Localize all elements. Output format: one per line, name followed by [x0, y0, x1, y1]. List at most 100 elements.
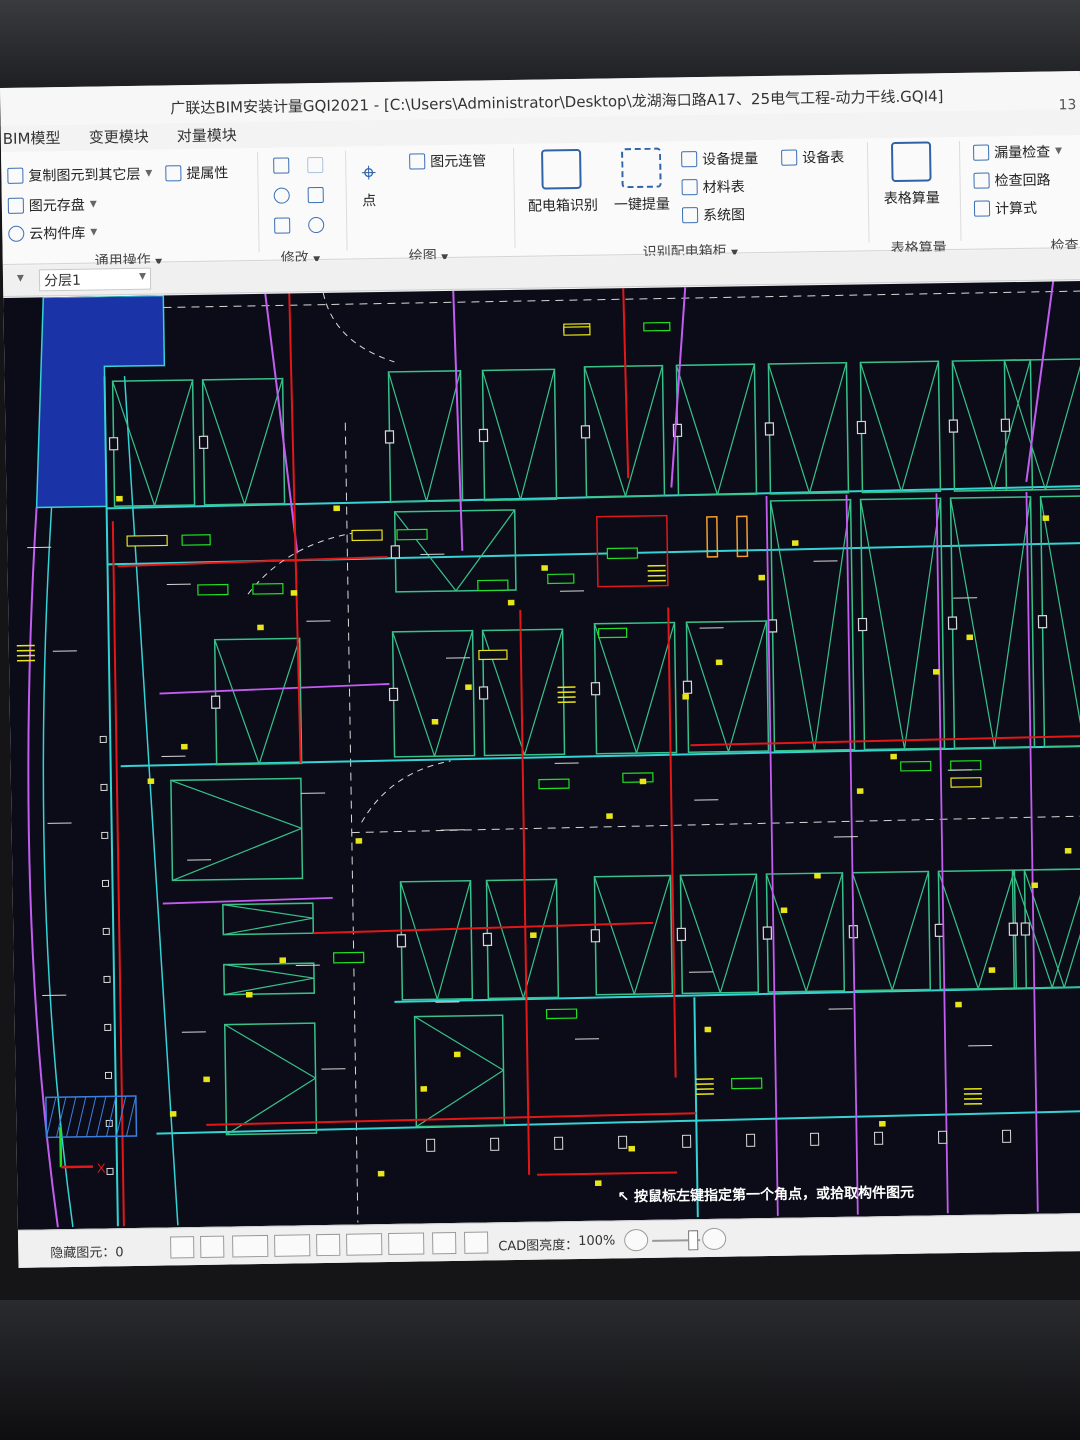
- cable-run: [111, 521, 125, 1227]
- delete-icon[interactable]: [274, 217, 291, 234]
- mirror-disabled-icon[interactable]: [307, 156, 324, 174]
- selection-box-icon[interactable]: [232, 1234, 269, 1258]
- stall-diagonal: [222, 904, 314, 919]
- cad-tag: [545, 1008, 578, 1020]
- tab-reconcile-module[interactable]: 对量模块: [177, 124, 237, 146]
- layer-select[interactable]: 分层1 ▼: [38, 267, 152, 292]
- fullscreen-icon[interactable]: [432, 1231, 457, 1255]
- brightness-slider-handle[interactable]: [688, 1230, 699, 1251]
- device-table-button[interactable]: 设备表: [781, 147, 844, 168]
- one-click-extract-label: 一键提量: [613, 196, 671, 214]
- system-diagram-button[interactable]: 系统图: [681, 204, 745, 225]
- yellow-marker: [955, 1001, 962, 1008]
- point-button[interactable]: ⌖ 点: [361, 158, 376, 210]
- stall-diagonal: [394, 511, 457, 592]
- stall-diagonal: [633, 875, 672, 995]
- cad-tag: [950, 760, 982, 771]
- ortho-icon[interactable]: [200, 1235, 225, 1258]
- missing-check-button[interactable]: 漏量检查 ▼: [973, 141, 1062, 162]
- stall-diagonal: [685, 622, 730, 752]
- arc-icon[interactable]: [464, 1231, 489, 1254]
- column-marker: [948, 419, 959, 433]
- boundary-curve: [27, 507, 59, 1228]
- zoom-out-icon[interactable]: [624, 1228, 649, 1252]
- clear-icon[interactable]: [316, 1233, 341, 1257]
- column-marker: [856, 420, 867, 435]
- yellow-marker: [203, 1076, 210, 1083]
- yellow-marker: [245, 991, 253, 998]
- column-marker: [764, 422, 775, 436]
- stall-diagonal: [223, 917, 314, 936]
- missing-check-label: 漏量检查: [994, 144, 1051, 162]
- stall-diagonal: [170, 779, 302, 829]
- mirror-icon[interactable]: [307, 186, 324, 204]
- rotate-icon[interactable]: [308, 216, 325, 234]
- snap-icon[interactable]: [388, 1232, 425, 1256]
- stall-diagonal: [414, 1016, 504, 1071]
- distribution-box-identify-button[interactable]: 配电箱识别: [528, 195, 598, 216]
- cursor-icon: ↖: [617, 1189, 630, 1206]
- cad-tag: [597, 627, 628, 639]
- one-click-extract-button[interactable]: 一键提量: [614, 193, 670, 214]
- cable-run: [313, 921, 654, 935]
- stall-diagonal: [519, 369, 556, 501]
- yellow-marker: [682, 694, 689, 700]
- check-circuit-label: 检查回路: [994, 172, 1051, 190]
- cad-tag: [197, 583, 229, 596]
- pipe-connect-button[interactable]: 图元连管: [409, 150, 486, 171]
- axis-line: [163, 290, 1080, 308]
- parking-stall: [851, 870, 932, 992]
- layer-toggle-icon[interactable]: [170, 1236, 195, 1259]
- move-icon[interactable]: [273, 187, 290, 204]
- properties-button[interactable]: 提属性: [165, 162, 228, 183]
- column-marker: [210, 695, 221, 709]
- parking-stall: [111, 379, 196, 508]
- formula-button[interactable]: 计算式: [973, 198, 1038, 219]
- yellow-marker: [606, 813, 613, 819]
- stall-diagonal: [214, 639, 260, 765]
- stall-diagonal: [433, 630, 474, 757]
- cad-tag: [351, 529, 383, 542]
- copy-to-layer-button[interactable]: 复制图元到其它层 ▼: [7, 164, 152, 186]
- formula-label: 计算式: [994, 200, 1038, 218]
- yellow-marker: [594, 1180, 602, 1187]
- yellow-marker: [704, 1026, 712, 1033]
- device-extract-button[interactable]: 设备提量: [681, 148, 758, 169]
- chevron-down-icon[interactable]: ▼: [17, 274, 24, 284]
- parking-stall: [583, 364, 666, 498]
- zoom-in-icon[interactable]: [701, 1227, 727, 1251]
- check-circuit-button[interactable]: 检查回路: [973, 170, 1051, 191]
- cad-tag: [622, 772, 654, 783]
- stall-diagonal: [808, 362, 847, 494]
- cloud-library-button[interactable]: 云构件库 ▼: [8, 222, 97, 243]
- column-marker: [1020, 922, 1031, 936]
- cad-drawing-canvas[interactable]: X ↖ 按鼠标左键指定第一个角点，或拾取构件图元: [3, 281, 1080, 1230]
- column-marker: [590, 682, 601, 696]
- save-elements-button[interactable]: 图元存盘 ▼: [7, 194, 97, 215]
- hatch-line: [105, 1096, 117, 1137]
- yellow-marker: [507, 599, 515, 606]
- table-calc-button[interactable]: 表格算量: [884, 187, 940, 208]
- tab-change-module[interactable]: 变更模块: [89, 126, 149, 148]
- stall-diagonal: [900, 361, 939, 493]
- stall-diagonal: [675, 365, 719, 495]
- stall-diagonal: [716, 364, 756, 495]
- save-icon: [7, 197, 24, 214]
- copy-element-icon[interactable]: [273, 157, 290, 174]
- material-table-button[interactable]: 材料表: [681, 176, 745, 197]
- angle-icon[interactable]: [346, 1233, 383, 1256]
- tab-bim-model[interactable]: BIM模型: [3, 127, 61, 149]
- column-marker: [1001, 1129, 1012, 1143]
- parking-stall: [393, 509, 517, 593]
- yellow-marker: [814, 872, 821, 879]
- power-line: [1025, 281, 1055, 483]
- stall-diagonal: [154, 379, 194, 506]
- axis-icon: [60, 1165, 93, 1169]
- ribbon-separator: [513, 147, 516, 248]
- ribbon-separator: [257, 151, 260, 252]
- stall-diagonal: [112, 381, 156, 506]
- yellow-marker: [431, 718, 439, 725]
- parking-stall: [685, 620, 770, 754]
- column-marker: [554, 1136, 564, 1150]
- 3d-view-icon[interactable]: [274, 1234, 311, 1257]
